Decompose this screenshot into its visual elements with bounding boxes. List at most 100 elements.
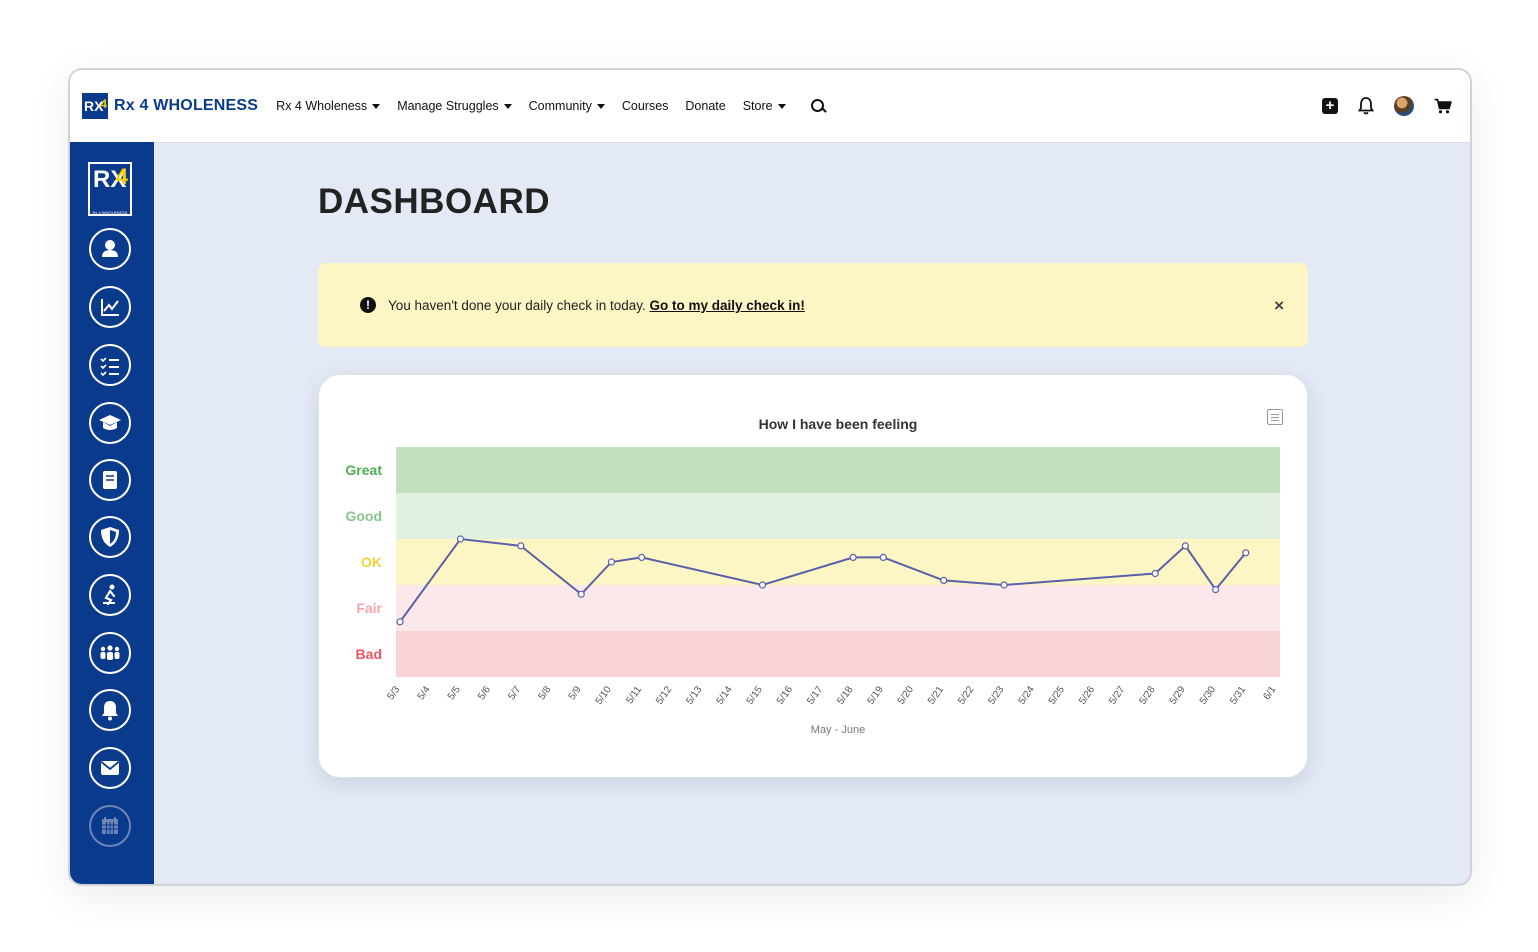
page-title: DASHBOARD [318,182,550,221]
x-tick-label: 5/8 [537,684,554,702]
sidebar-notifications[interactable] [89,689,131,731]
data-point [1151,569,1159,578]
menu-label: Store [742,99,773,113]
data-point [607,558,616,566]
graduation-cap-icon [99,415,121,430]
data-point [1000,581,1008,589]
x-tick-label: 5/4 [416,684,433,702]
search-icon[interactable] [810,99,825,113]
checkin-alert: ! You haven't done your daily check in t… [318,263,1308,347]
checklist-icon [100,357,119,377]
x-tick-label: 5/19 [866,684,886,707]
data-point [1242,549,1250,557]
envelope-icon [100,761,120,775]
x-tick-label: 5/30 [1198,684,1218,707]
logo-number: 4 [115,164,128,189]
x-axis-label: May - June [811,724,865,736]
x-tick-label: 5/21 [926,684,946,707]
menu-label: Courses [621,99,669,113]
brand-logo: RX 4 [82,93,108,119]
x-tick-label: 5/25 [1047,684,1067,707]
plus-square-icon[interactable]: + [1322,98,1338,114]
sidebar-courses[interactable] [89,402,131,444]
menu-rx4wholeness[interactable]: Rx 4 Wholeness [276,99,381,113]
x-tick-label: 5/20 [896,684,916,707]
x-tick-label: 5/9 [567,684,584,702]
x-tick-label: 5/26 [1077,684,1097,707]
menu-courses[interactable]: Courses [622,99,669,113]
x-tick-label: 5/28 [1137,684,1157,707]
sidebar-profile[interactable] [89,228,131,270]
sidebar-checklist[interactable] [89,344,131,386]
data-point [577,590,585,598]
sidebar-protection[interactable] [89,516,131,558]
x-tick-label: 5/15 [745,684,765,707]
sidebar-prayer[interactable] [89,574,131,616]
x-tick-label: 5/3 [385,684,402,702]
sidebar-logo[interactable]: RX 4 Rx 4 WHOLENESS [88,162,132,216]
x-tick-label: 5/6 [476,684,493,702]
x-tick-label: 5/29 [1168,684,1188,707]
x-tick-label: 5/11 [624,684,644,706]
top-navigation: RX 4 Rx 4 WHOLENESS Rx 4 Wholeness Manage… [70,70,1470,143]
brand[interactable]: RX 4 Rx 4 WHOLENESS [82,93,258,119]
alert-text: You haven't done your daily check in tod… [388,298,646,313]
data-point [396,618,404,626]
book-icon [103,471,117,489]
data-point [940,576,948,584]
menu-donate[interactable]: Donate [685,99,725,113]
logo-number: 4 [100,97,107,111]
caret-down-icon [372,104,381,109]
x-tick-label: 5/24 [1017,684,1037,707]
band-label-ok: OK [361,554,382,570]
x-tick-label: 5/10 [594,684,614,707]
daily-checkin-link[interactable]: Go to my daily check in! [650,298,805,313]
band-label-bad: Bad [356,646,382,662]
sidebar-journal[interactable] [89,459,131,501]
x-tick-label: 5/22 [956,684,976,707]
band-label-good: Good [345,508,382,524]
nav-actions: + [1302,70,1452,142]
x-tick-label: 5/17 [805,684,825,707]
x-tick-label: 5/5 [446,684,463,702]
shield-icon [101,527,119,547]
data-point [879,553,887,561]
menu-community[interactable]: Community [529,99,605,113]
sidebar-calendar[interactable] [89,805,131,847]
x-tick-label: 5/18 [835,684,855,707]
bell-icon[interactable] [1358,97,1374,115]
bell-icon [102,701,118,721]
cart-icon[interactable] [1434,98,1452,114]
calendar-icon [102,817,118,834]
x-tick-label: 6/1 [1261,684,1278,702]
x-tick-label: 5/31 [1228,684,1248,707]
data-point [1181,542,1189,550]
caret-down-icon [596,104,605,109]
sidebar-community[interactable] [89,632,131,674]
band-good [396,493,1280,539]
avatar[interactable] [1394,96,1414,116]
exclamation-circle-icon: ! [360,297,376,313]
sidebar-messages[interactable] [89,747,131,789]
brand-name: Rx 4 WHOLENESS [114,97,259,114]
feelings-chart: Great Good OK Fair Bad How I have been feelin… [345,416,1280,736]
menu-label: Donate [685,99,726,113]
x-tick-label: 5/13 [684,684,704,707]
sidebar: RX 4 Rx 4 WHOLENESS [70,142,154,884]
x-tick-label: 5/12 [654,684,674,707]
band-bad [396,631,1280,677]
chart-line-icon [101,299,119,316]
menu-manage-struggles[interactable]: Manage Struggles [397,99,512,113]
menu-store[interactable]: Store [743,99,786,113]
x-tick-label: 5/23 [986,684,1006,707]
data-point [758,581,767,589]
data-point [517,542,525,550]
group-icon [100,645,120,660]
sidebar-progress[interactable] [89,286,131,328]
close-icon[interactable]: × [1274,296,1284,316]
band-label-fair: Fair [356,600,382,616]
band-great [396,447,1280,493]
prayer-icon [103,584,116,606]
x-tick-label: 5/27 [1107,684,1127,707]
logo-subtitle: Rx 4 WHOLENESS [92,210,128,215]
